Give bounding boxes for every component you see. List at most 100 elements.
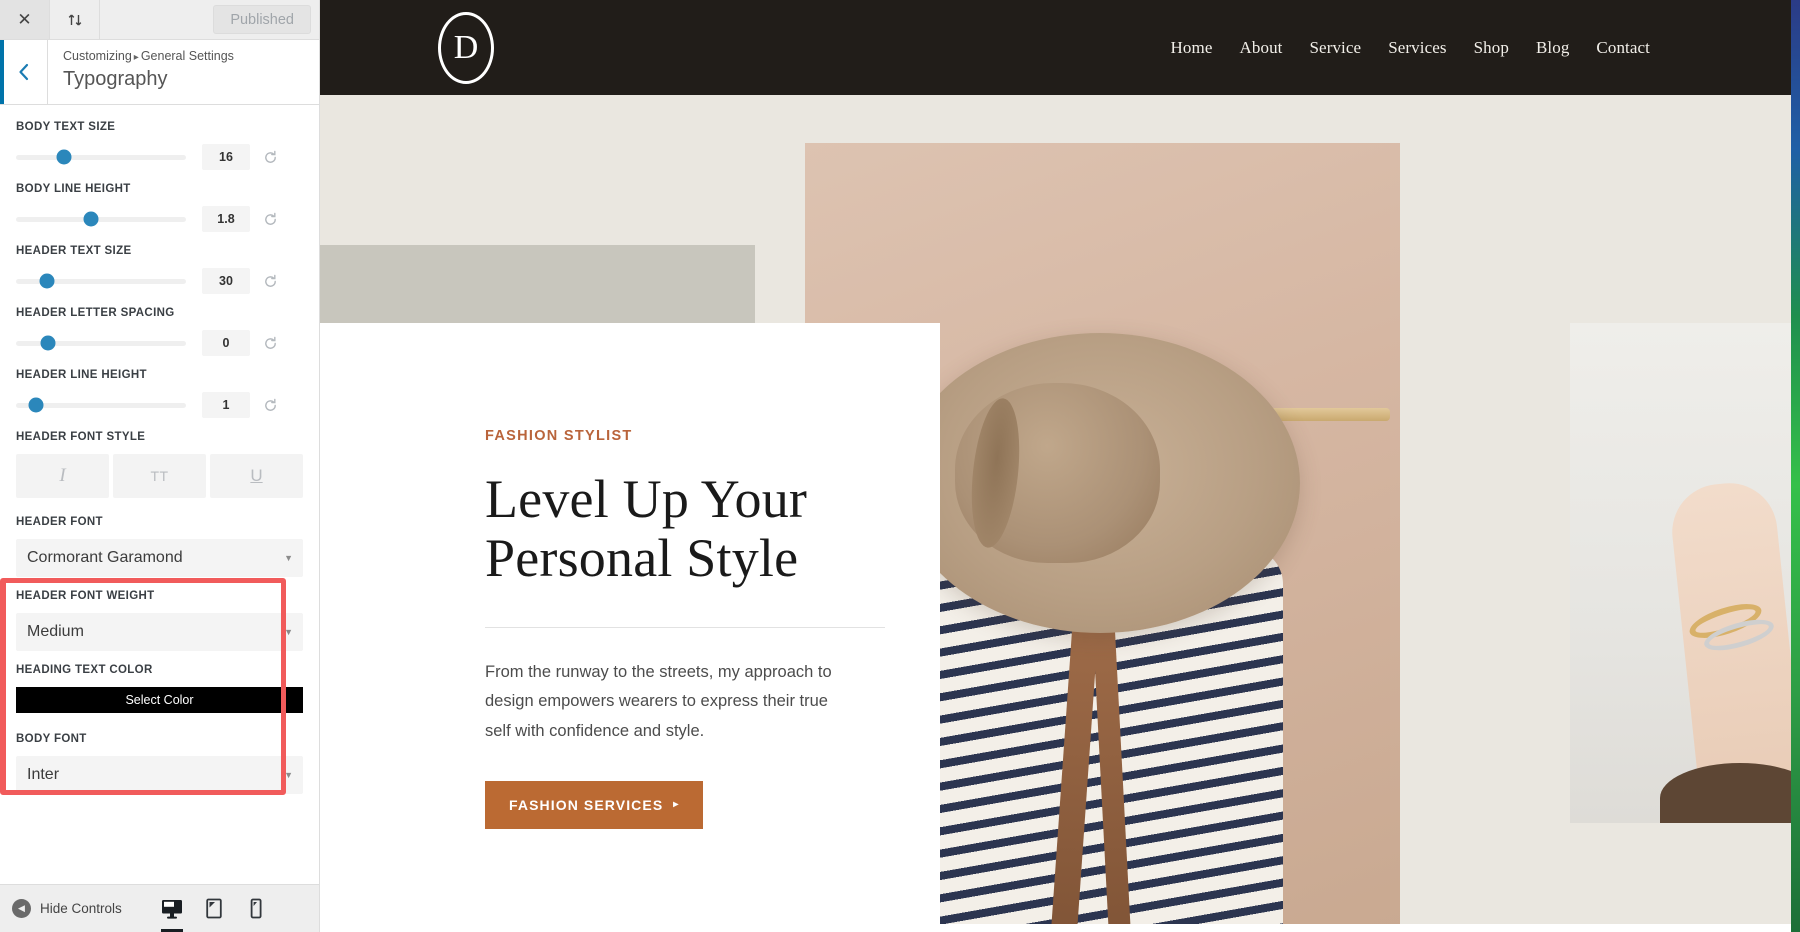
- nav-link-contact[interactable]: Contact: [1596, 38, 1650, 58]
- side-photo: [1570, 323, 1800, 823]
- device-preview-group: [159, 892, 307, 932]
- slider-knob[interactable]: [83, 211, 99, 227]
- reset-icon[interactable]: [262, 149, 278, 165]
- preview-bottom-strip: [320, 924, 1791, 932]
- breadcrumb: Customizing ▸ General Settings: [63, 48, 319, 66]
- select-color-button[interactable]: Select Color: [16, 687, 303, 713]
- desktop-icon[interactable]: [159, 892, 185, 932]
- control-label: Body Text Size: [16, 121, 116, 133]
- underline-icon[interactable]: U: [210, 454, 303, 498]
- font-style-button-group: I TT U: [16, 454, 303, 498]
- slider-value[interactable]: 0: [202, 330, 250, 356]
- slider-knob[interactable]: [39, 273, 55, 289]
- nav-link-home[interactable]: Home: [1171, 38, 1213, 58]
- reset-icon[interactable]: [262, 397, 278, 413]
- slider-value[interactable]: 30: [202, 268, 250, 294]
- hero-cta-label: FASHION SERVICES: [509, 796, 664, 813]
- underline-glyph: U: [250, 466, 263, 485]
- reset-icon[interactable]: [262, 211, 278, 227]
- customizer-panel-header: Customizing ▸ General Settings Typography: [0, 40, 319, 105]
- hide-controls-label: Hide Controls: [40, 901, 122, 916]
- panel-header-text: Customizing ▸ General Settings Typography: [48, 40, 319, 104]
- tablet-icon[interactable]: [201, 892, 227, 926]
- hide-controls-button[interactable]: ◀ Hide Controls: [12, 899, 122, 918]
- slider-track[interactable]: [16, 273, 186, 289]
- control-body-text-size: Body Text Size 16: [0, 121, 319, 170]
- customizer-topbar: ✕ Published: [0, 0, 319, 40]
- uppercase-icon[interactable]: TT: [113, 454, 206, 498]
- site-logo[interactable]: D: [438, 11, 494, 84]
- arrow-right-icon: ▸: [673, 799, 680, 811]
- reset-icon[interactable]: [262, 335, 278, 351]
- breadcrumb-separator-icon: ▸: [133, 52, 139, 63]
- page-title: Typography: [63, 67, 168, 90]
- control-header-font-weight: Header Font Weight Medium ▼: [0, 590, 319, 651]
- nav-link-services[interactable]: Services: [1388, 38, 1446, 58]
- hero-text-card: FASHION STYLIST Level Up Your Personal S…: [435, 323, 940, 932]
- control-header-line-height: Header Line Height 1: [0, 369, 319, 418]
- slider-knob[interactable]: [40, 335, 56, 351]
- header-font-select[interactable]: Cormorant Garamond ▼: [16, 539, 303, 577]
- hero-heading-line1: Level Up Your: [485, 469, 808, 529]
- customizer-footer: ◀ Hide Controls: [0, 884, 319, 932]
- preview-edge-accent: [1791, 0, 1800, 932]
- slider-value[interactable]: 1: [202, 392, 250, 418]
- body-font-value: Inter: [27, 766, 60, 783]
- header-font-weight-value: Medium: [27, 623, 84, 640]
- slider-track[interactable]: [16, 211, 186, 227]
- publish-button[interactable]: Published: [213, 5, 311, 34]
- nav-link-blog[interactable]: Blog: [1536, 38, 1569, 58]
- italic-glyph: I: [59, 465, 66, 486]
- reset-icon[interactable]: [262, 273, 278, 289]
- slider-knob[interactable]: [56, 149, 72, 165]
- control-label: Body Line Height: [16, 183, 131, 195]
- chevron-down-icon: ▼: [284, 770, 293, 780]
- mobile-icon[interactable]: [243, 892, 269, 926]
- breadcrumb-root[interactable]: Customizing: [63, 49, 132, 63]
- slider-row: 1: [16, 392, 303, 418]
- control-label: Header Font Weight: [16, 590, 155, 602]
- control-header-font: Header Font Cormorant Garamond ▼: [0, 516, 319, 577]
- chevron-left-icon[interactable]: [0, 40, 48, 104]
- control-header-letter-spacing: Header Letter Spacing 0: [0, 307, 319, 356]
- slider-track[interactable]: [16, 149, 186, 165]
- uppercase-glyph: TT: [150, 468, 169, 484]
- slider-row: 0: [16, 330, 303, 356]
- control-body-line-height: Body Line Height 1.8: [0, 183, 319, 232]
- nav-link-shop[interactable]: Shop: [1474, 38, 1509, 58]
- customizer-sidebar: ✕ Published Customizing ▸ General Settings: [0, 0, 320, 932]
- hero-eyebrow: FASHION STYLIST: [485, 428, 633, 444]
- slider-knob[interactable]: [28, 397, 44, 413]
- control-body-font: Body Font Inter ▼: [0, 733, 319, 794]
- hero-divider: [485, 626, 885, 628]
- control-label: Header Line Height: [16, 369, 147, 381]
- close-icon[interactable]: ✕: [0, 0, 50, 39]
- control-heading-text-color: Heading Text Color Select Color: [0, 664, 319, 713]
- chevron-down-icon: ▼: [284, 553, 293, 563]
- slider-value[interactable]: 1.8: [202, 206, 250, 232]
- nav-link-about[interactable]: About: [1240, 38, 1283, 58]
- control-label: Header Text Size: [16, 245, 132, 257]
- control-header-text-size: Header Text Size 30: [0, 245, 319, 294]
- site-header: D Home About Service Services Shop Blog …: [320, 0, 1800, 95]
- slider-track[interactable]: [16, 335, 186, 351]
- breadcrumb-section[interactable]: General Settings: [141, 49, 234, 63]
- slider-row: 1.8: [16, 206, 303, 232]
- control-label: Heading Text Color: [16, 664, 153, 676]
- nav-link-service[interactable]: Service: [1310, 38, 1362, 58]
- italic-icon[interactable]: I: [16, 454, 109, 498]
- site-nav-links: Home About Service Services Shop Blog Co…: [1171, 38, 1740, 58]
- control-label: Header Font Style: [16, 431, 146, 443]
- sort-arrows-icon[interactable]: [50, 0, 100, 39]
- body-font-select[interactable]: Inter ▼: [16, 756, 303, 794]
- chevron-down-icon: ▼: [284, 627, 293, 637]
- collapse-left-icon: ◀: [12, 899, 31, 918]
- fashion-services-button[interactable]: FASHION SERVICES ▸: [485, 780, 704, 829]
- header-font-weight-select[interactable]: Medium ▼: [16, 613, 303, 651]
- control-label: Header Font: [16, 516, 103, 528]
- slider-value[interactable]: 16: [202, 144, 250, 170]
- slider-row: 30: [16, 268, 303, 294]
- slider-track[interactable]: [16, 397, 186, 413]
- hero-paragraph: From the runway to the streets, my appro…: [485, 662, 832, 741]
